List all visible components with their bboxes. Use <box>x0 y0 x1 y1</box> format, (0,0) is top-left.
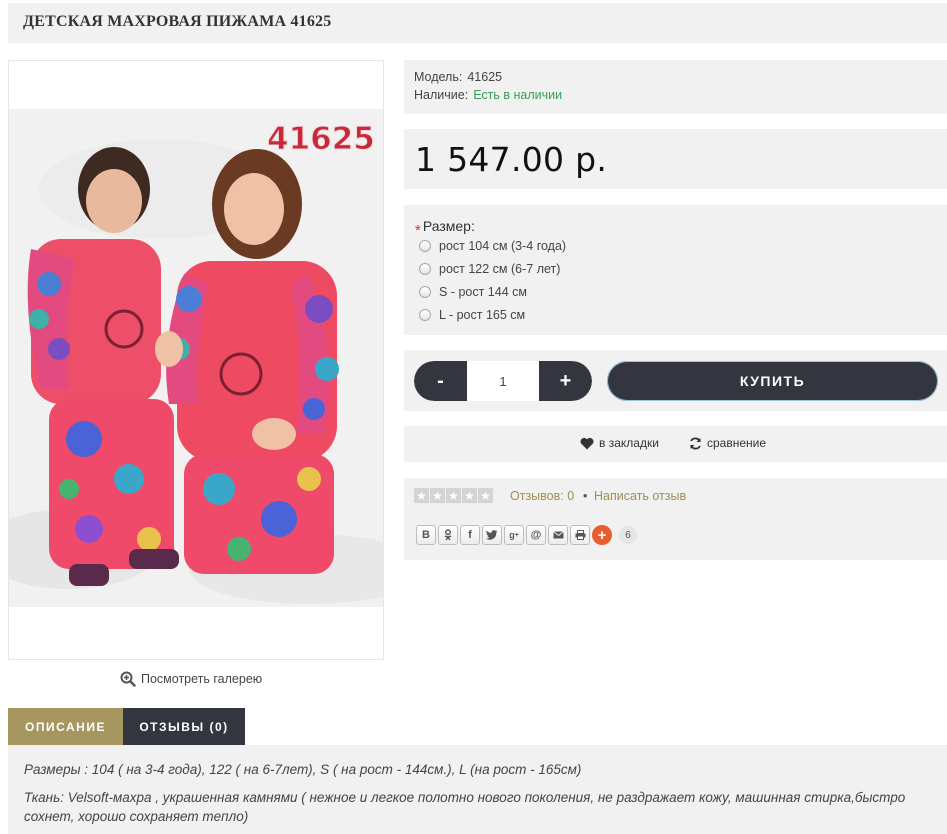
add-to-compare-link[interactable]: сравнение <box>689 436 766 450</box>
size-option-item[interactable]: рост 122 см (6-7 лет) <box>419 262 560 276</box>
odnoklassniki-icon[interactable] <box>438 525 458 545</box>
star-icon: ★ <box>462 488 477 503</box>
tab-reviews[interactable]: ОТЗЫВЫ (0) <box>123 708 245 745</box>
size-option-title: * Размер: <box>415 218 475 239</box>
size-option-text: L - рост 165 см <box>439 308 526 322</box>
size-option-item[interactable]: рост 104 см (3-4 года) <box>419 239 566 253</box>
reviews-share-panel: ★ ★ ★ ★ ★ Отзывов: 0 • Написать отзыв В … <box>404 478 947 560</box>
size-options-panel: * Размер: рост 104 см (3-4 года) рост 122… <box>404 205 947 335</box>
rating-stars: ★ ★ ★ ★ ★ <box>414 488 493 503</box>
radio-button[interactable] <box>419 286 431 298</box>
increase-quantity-button[interactable]: + <box>539 361 592 401</box>
radio-button[interactable] <box>419 309 431 321</box>
size-option-item[interactable]: S - рост 144 см <box>419 285 527 299</box>
quantity-input[interactable]: 1 <box>467 361 539 401</box>
vkontakte-icon[interactable]: В <box>416 525 436 545</box>
radio-button[interactable] <box>419 263 431 275</box>
print-icon[interactable] <box>570 525 590 545</box>
star-icon: ★ <box>430 488 445 503</box>
tab-description[interactable]: ОПИСАНИЕ <box>8 708 123 745</box>
add-to-wishlist-link[interactable]: в закладки <box>580 436 659 450</box>
size-option-label: Размер: <box>422 218 475 234</box>
reviews-count-link[interactable]: Отзывов: 0 <box>510 489 574 503</box>
mail-ru-icon[interactable]: @ <box>526 525 546 545</box>
quantity-stepper: - 1 + <box>414 361 592 401</box>
separator-dot: • <box>583 489 588 503</box>
product-photo-illustration: 41625 <box>9 109 383 607</box>
model-value: 41625 <box>467 70 503 84</box>
product-price: 1 547.00 р. <box>415 140 608 179</box>
product-info-panel: Модель: 41625 Наличие: Есть в наличии <box>404 60 947 114</box>
size-option-item[interactable]: L - рост 165 см <box>419 308 525 322</box>
decrease-quantity-button[interactable]: - <box>414 361 467 401</box>
facebook-icon[interactable]: f <box>460 525 480 545</box>
product-tabs: ОПИСАНИЕ ОТЗЫВЫ (0) <box>8 708 245 745</box>
stock-row: Наличие: Есть в наличии <box>414 88 562 102</box>
description-fabric: Ткань: Velsoft-махра , украшенная камням… <box>24 790 906 824</box>
view-gallery-label: Посмотреть галерею <box>141 672 263 686</box>
twitter-icon[interactable] <box>482 525 502 545</box>
model-label: Модель: <box>414 70 463 84</box>
model-row: Модель: 41625 <box>414 70 502 84</box>
description-panel: Размеры : 104 ( на 3-4 года), 122 ( на 6… <box>8 745 947 834</box>
stock-label: Наличие: <box>414 88 469 102</box>
size-option-text: S - рост 144 см <box>439 285 527 299</box>
star-icon: ★ <box>446 488 461 503</box>
zoom-in-icon <box>120 671 136 687</box>
page-title: ДЕТСКАЯ МАХРОВАЯ ПИЖАМА 41625 <box>23 13 332 30</box>
product-image-container[interactable]: 41625 <box>8 60 384 660</box>
size-option-text: рост 122 см (6-7 лет) <box>439 262 561 276</box>
more-share-icon[interactable]: + <box>592 525 612 545</box>
star-icon: ★ <box>414 488 429 503</box>
product-title-bar: ДЕТСКАЯ МАХРОВАЯ ПИЖАМА 41625 <box>8 3 947 43</box>
buy-button[interactable]: КУПИТЬ <box>607 361 938 401</box>
compare-label: сравнение <box>707 436 767 450</box>
refresh-icon <box>690 437 701 449</box>
wishlist-label: в закладки <box>599 436 659 450</box>
product-photo[interactable]: 41625 <box>9 109 383 607</box>
heart-icon <box>580 437 594 449</box>
add-to-cart-panel: - 1 + КУПИТЬ <box>404 350 947 411</box>
social-share-bar: В f g + @ + 6 <box>416 525 637 545</box>
description-sizes: Размеры : 104 ( на 3-4 года), 122 ( на 6… <box>24 762 582 777</box>
email-icon[interactable] <box>548 525 568 545</box>
view-gallery-link[interactable]: Посмотреть галерею <box>120 671 262 687</box>
radio-button[interactable] <box>419 240 431 252</box>
size-option-text: рост 104 см (3-4 года) <box>439 239 567 253</box>
required-mark: * <box>415 222 421 239</box>
price-panel: 1 547.00 р. <box>404 129 947 189</box>
stock-value: Есть в наличии <box>473 88 563 102</box>
photo-product-number: 41625 <box>267 121 375 157</box>
wishlist-compare-panel: в закладки сравнение <box>404 426 947 462</box>
google-plus-icon[interactable]: g + <box>504 525 524 545</box>
star-icon: ★ <box>478 488 493 503</box>
share-count-badge: 6 <box>619 526 637 544</box>
write-review-link[interactable]: Написать отзыв <box>594 489 686 503</box>
